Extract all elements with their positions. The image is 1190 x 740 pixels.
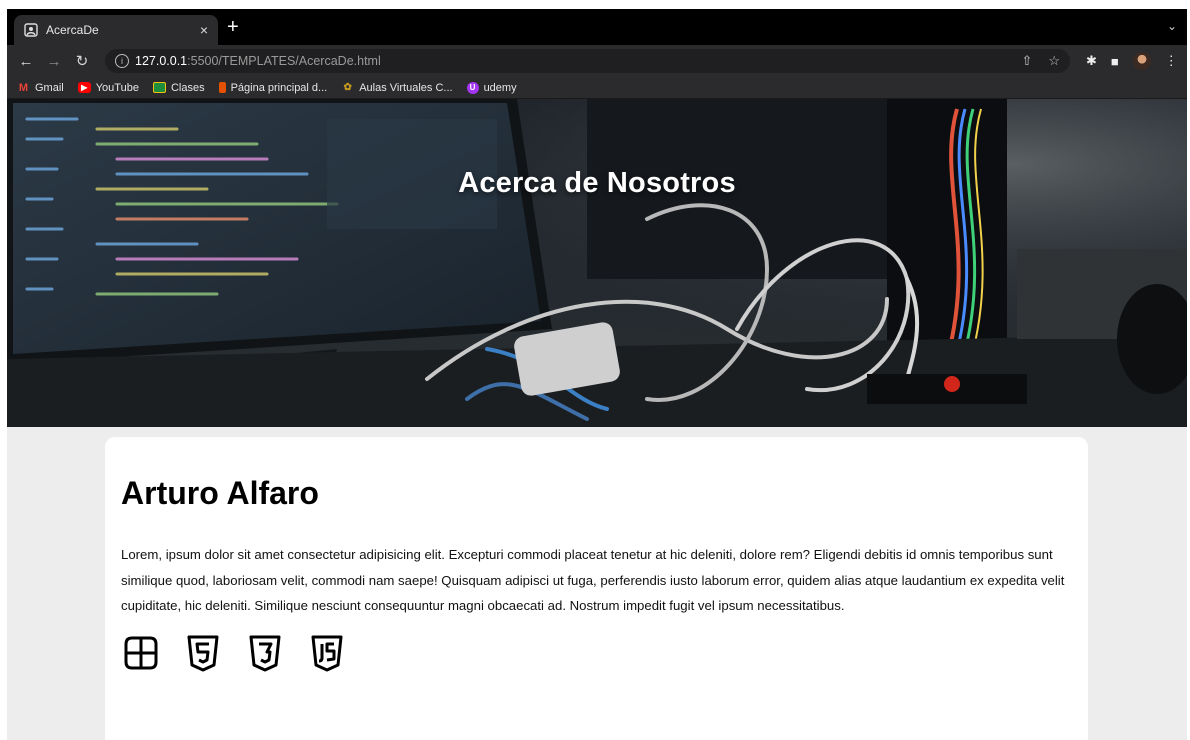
page-icon	[218, 82, 226, 93]
windows-icon	[124, 636, 158, 669]
profile-card: Arturo Alfaro Lorem, ipsum dolor sit ame…	[105, 437, 1088, 740]
more-menu-icon[interactable]: ⋮	[1165, 53, 1178, 69]
tab-search-button[interactable]: ⌄	[1167, 19, 1177, 33]
css3-icon	[249, 635, 281, 671]
share-icon[interactable]: ⇧	[1021, 53, 1032, 69]
bookmark-label: Aulas Virtuales C...	[359, 81, 453, 94]
site-info-icon[interactable]: i	[115, 54, 129, 68]
bookmark-pagina-principal[interactable]: Página principal d...	[218, 81, 328, 94]
url-host: 127.0.0.1	[135, 54, 188, 68]
tab-strip: AcercaDe × + ⌄	[7, 9, 1187, 45]
tab-close-icon[interactable]: ×	[200, 22, 208, 38]
browser-window: AcercaDe × + ⌄ ← → ↻ i 127.0.0.1:5500/TE…	[7, 9, 1187, 740]
bookmark-label: udemy	[483, 81, 517, 94]
bookmark-label: Página principal d...	[230, 81, 328, 94]
gmail-icon: M	[18, 81, 29, 94]
youtube-icon: ▶	[77, 82, 91, 93]
bookmarks-bar: M Gmail ▶ YouTube Clases Página principa…	[7, 77, 1187, 99]
bookmark-label: YouTube	[95, 81, 139, 94]
bookmark-gmail[interactable]: M Gmail	[17, 82, 64, 94]
aulas-icon: ✿	[343, 82, 352, 93]
hero-background-image	[7, 99, 1187, 427]
hero-banner: Acerca de Nosotros	[7, 99, 1187, 427]
reload-icon[interactable]: ↻	[71, 52, 93, 70]
udemy-icon: U	[466, 81, 479, 94]
bookmark-youtube[interactable]: ▶ YouTube	[77, 81, 139, 94]
forward-arrow-icon[interactable]: →	[43, 53, 65, 70]
bookmark-star-icon[interactable]: ☆	[1048, 53, 1060, 69]
url-path: :5500/TEMPLATES/AcercaDe.html	[187, 54, 381, 68]
page-favicon-icon	[24, 23, 38, 37]
profile-bio: Lorem, ipsum dolor sit amet consectetur …	[121, 547, 1065, 613]
side-panel-icon[interactable]: ■	[1111, 54, 1119, 69]
tab-acercade[interactable]: AcercaDe ×	[14, 15, 218, 45]
javascript-icon	[311, 635, 343, 671]
bookmark-label: Gmail	[35, 81, 64, 94]
page-viewport: Acerca de Nosotros Arturo Alfaro Lorem, …	[7, 99, 1187, 740]
html5-icon	[187, 635, 219, 671]
extensions-puzzle-icon[interactable]: ✱	[1086, 53, 1097, 69]
profile-avatar[interactable]	[1132, 52, 1151, 70]
bookmark-label: Clases	[170, 81, 205, 94]
bookmark-aulas-virtuales[interactable]: ✿ Aulas Virtuales C...	[341, 81, 453, 94]
address-bar[interactable]: i 127.0.0.1:5500/TEMPLATES/AcercaDe.html…	[105, 49, 1070, 73]
classroom-icon	[152, 82, 166, 93]
hero-title: Acerca de Nosotros	[458, 167, 736, 199]
bookmark-clases[interactable]: Clases	[152, 81, 205, 94]
profile-name: Arturo Alfaro	[121, 475, 319, 511]
tech-icons-row	[121, 633, 1072, 673]
browser-toolbar: ← → ↻ i 127.0.0.1:5500/TEMPLATES/AcercaD…	[7, 45, 1187, 77]
tab-title: AcercaDe	[46, 23, 99, 37]
back-arrow-icon[interactable]: ←	[15, 53, 37, 70]
bookmark-udemy[interactable]: U udemy	[466, 81, 517, 94]
new-tab-button[interactable]: +	[227, 17, 239, 37]
